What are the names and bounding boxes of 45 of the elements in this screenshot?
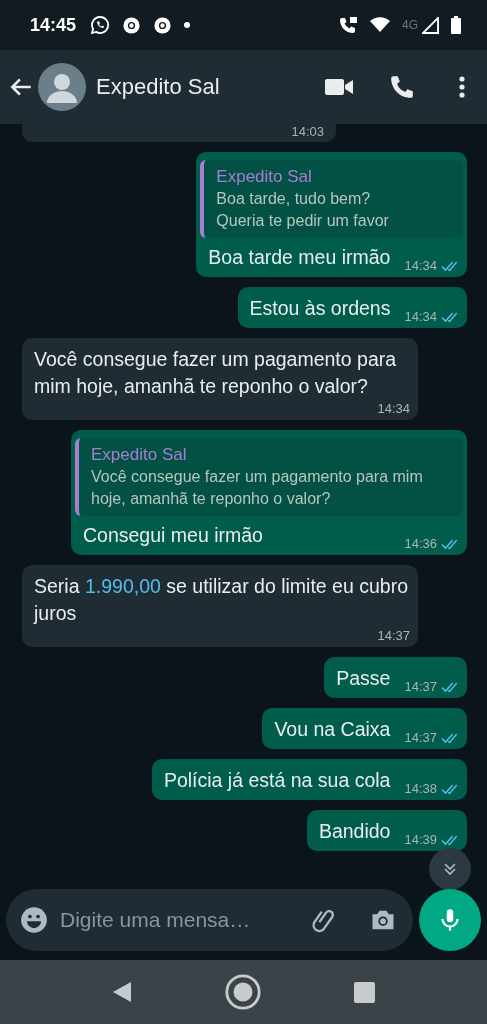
message-time: 14:37 [404, 678, 437, 696]
back-icon[interactable] [112, 981, 132, 1003]
message-text: Boa tarde meu irmão [208, 245, 391, 270]
message-text: Seria 1.990,00 se utilizar do limite eu cubro juros [34, 574, 409, 626]
message-time: 14:38 [404, 780, 437, 798]
recents-icon[interactable] [354, 981, 375, 1003]
quote-text: Boa tarde, tudo bem? Queria te pedir um favor [216, 189, 390, 231]
message-time: 14:37 [404, 729, 437, 747]
video-call-icon[interactable] [325, 77, 353, 97]
message-text: Bandido [318, 819, 391, 844]
quote-author: Expedito Sal [91, 444, 188, 466]
message-text: Passe [336, 666, 391, 691]
network-label: 4G [402, 18, 418, 32]
message-text: Polícia já está na sua cola [163, 768, 391, 793]
message-time: 14:34 [404, 257, 437, 275]
chat-app-icon [90, 15, 111, 35]
home-icon[interactable] [224, 973, 262, 1011]
message-text: Estou às ordens [249, 296, 391, 321]
message-time: 14:39 [404, 831, 437, 849]
more-options-icon[interactable] [459, 76, 465, 98]
quoted-message[interactable]: Expedito Sal Boa tarde, tudo bem? Queria te pedir um favor [200, 160, 463, 238]
battery-icon [451, 16, 461, 34]
contact-name[interactable]: Expedito Sal [96, 74, 220, 100]
quote-author: Expedito Sal [216, 166, 313, 188]
message-time: 14:03 [291, 124, 324, 140]
wifi-icon [370, 17, 390, 33]
message-time: 14:34 [377, 400, 410, 418]
scroll-down-button[interactable] [429, 848, 471, 890]
message-time: 14:36 [404, 535, 437, 553]
signal-icon [422, 16, 439, 34]
message-text: Você consegue fazer um pagamento para mim hoje, amanhã te reponho o valor? [34, 347, 398, 399]
phone-icon[interactable] [389, 74, 415, 100]
message-input-field[interactable]: Digite uma mensa… [60, 908, 299, 932]
message-time: 14:37 [377, 627, 410, 645]
dot-icon [184, 22, 191, 28]
quote-text: Você consegue fazer um pagamento para mim hoje, amanhã te reponho o valor? [91, 467, 424, 509]
status-time: 14:45 [30, 14, 77, 36]
emoji-icon[interactable] [20, 906, 48, 934]
double-chevron-icon [442, 861, 458, 877]
message-time: 14:34 [404, 308, 437, 326]
avatar-silhouette[interactable] [38, 63, 86, 111]
quoted-message[interactable]: Expedito Sal Você consegue fazer um pagamento para mim hoje, amanhã te reponho o valor? [75, 438, 463, 516]
number-link[interactable]: 1.990,00 [84, 575, 161, 597]
message-text: Consegui meu irmão [83, 523, 263, 548]
message-text: Vou na Caixa [274, 717, 391, 742]
